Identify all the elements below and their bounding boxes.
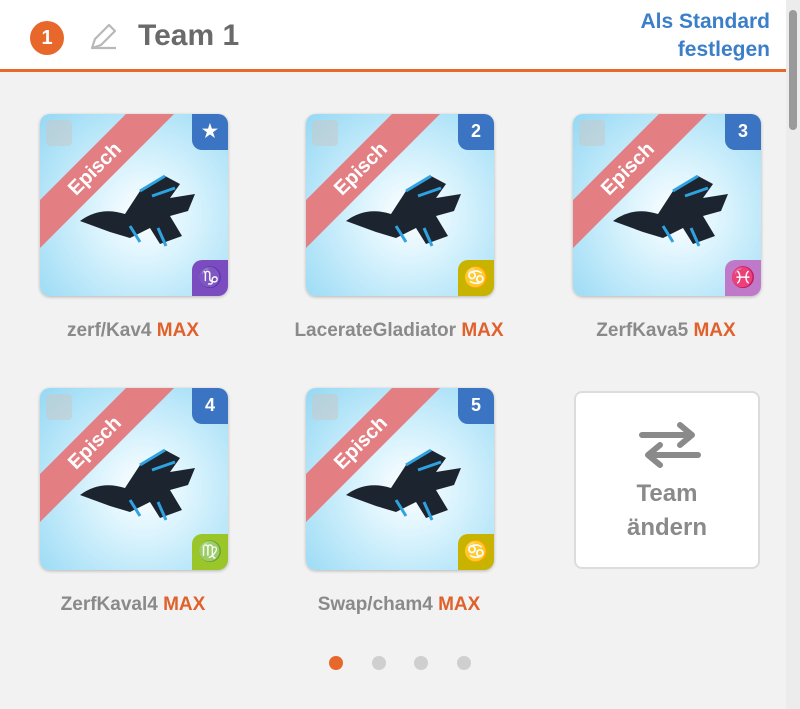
- slot-position-badge: 3: [725, 114, 761, 150]
- team-slot: Episch 4 ♍ ZerfKaval4 MAX: [0, 388, 266, 663]
- slot-position-badge: 5: [458, 388, 494, 424]
- monster-name: ZerfKava5: [596, 320, 689, 341]
- change-team-line2: ändern: [626, 514, 707, 541]
- zodiac-icon: ♋: [458, 260, 494, 296]
- document-icon: [312, 120, 338, 146]
- monster-level: MAX: [156, 320, 199, 341]
- slot-position-badge: ★: [192, 114, 228, 150]
- page-dot[interactable]: [371, 656, 386, 670]
- page-dot-active[interactable]: [329, 656, 344, 670]
- dragon-icon: [346, 174, 461, 247]
- set-default-button[interactable]: Als Standard festlegen: [640, 8, 770, 64]
- monster-label: LacerateGladiator MAX: [266, 320, 532, 342]
- monster-card[interactable]: Episch 2 ♋: [306, 114, 494, 296]
- monster-card[interactable]: Episch 5 ♋: [306, 388, 494, 570]
- monster-card[interactable]: Episch 4 ♍: [40, 388, 228, 570]
- dragon-icon: [80, 448, 195, 521]
- set-default-line2: festlegen: [677, 38, 770, 61]
- team-slot: Episch 5 ♋ Swap/cham4 MAX: [266, 388, 532, 663]
- team-slot: Episch ★ ♑ zerf/Kav4 MAX: [0, 114, 266, 389]
- swap-arrows-icon: [639, 422, 701, 468]
- document-icon: [579, 120, 605, 146]
- zodiac-icon: ♋: [458, 534, 494, 570]
- monster-label: Swap/cham4 MAX: [266, 594, 532, 616]
- monster-card[interactable]: Episch 3 ♓: [573, 114, 761, 296]
- dragon-icon: [613, 174, 728, 247]
- monster-name: Swap/cham4: [317, 594, 433, 615]
- page-dot[interactable]: [414, 656, 429, 670]
- zodiac-icon: ♑: [192, 260, 228, 296]
- monster-level: MAX: [693, 320, 736, 341]
- page-dot[interactable]: [456, 656, 471, 670]
- monster-level: MAX: [163, 594, 206, 615]
- zodiac-icon: ♓: [725, 260, 761, 296]
- slot-position-badge: 2: [458, 114, 494, 150]
- monster-name: ZerfKaval4: [60, 594, 158, 615]
- change-team-button[interactable]: Team ändern: [574, 391, 760, 569]
- monster-name: LacerateGladiator: [294, 320, 457, 341]
- monster-level: MAX: [461, 320, 504, 341]
- page-indicator: [0, 656, 800, 676]
- set-default-line1: Als Standard: [640, 10, 770, 33]
- document-icon: [46, 394, 72, 420]
- slot-position-badge: 4: [192, 388, 228, 424]
- document-icon: [312, 394, 338, 420]
- monster-name: zerf/Kav4: [66, 320, 152, 341]
- team-slot: Episch 2 ♋ LacerateGladiator MAX: [266, 114, 532, 389]
- zodiac-icon: ♍: [192, 534, 228, 570]
- monster-level: MAX: [438, 594, 481, 615]
- change-team-line1: Team: [636, 480, 698, 507]
- monster-card[interactable]: Episch ★ ♑: [40, 114, 228, 296]
- dragon-icon: [80, 174, 195, 247]
- scrollbar-thumb[interactable]: [789, 10, 797, 130]
- dragon-icon: [346, 448, 461, 521]
- team-name: Team 1: [138, 19, 240, 52]
- monster-label: ZerfKaval4 MAX: [0, 594, 266, 616]
- monster-label: ZerfKava5 MAX: [533, 320, 799, 342]
- team-header: 1 Team 1 Als Standard festlegen: [0, 0, 800, 72]
- monster-label: zerf/Kav4 MAX: [0, 320, 266, 342]
- team-number-badge: 1: [30, 21, 64, 55]
- document-icon: [46, 120, 72, 146]
- change-team-label: Team ändern: [576, 477, 758, 545]
- pencil-icon[interactable]: [86, 20, 120, 54]
- team-slot: Episch 3 ♓ ZerfKava5 MAX: [533, 114, 799, 389]
